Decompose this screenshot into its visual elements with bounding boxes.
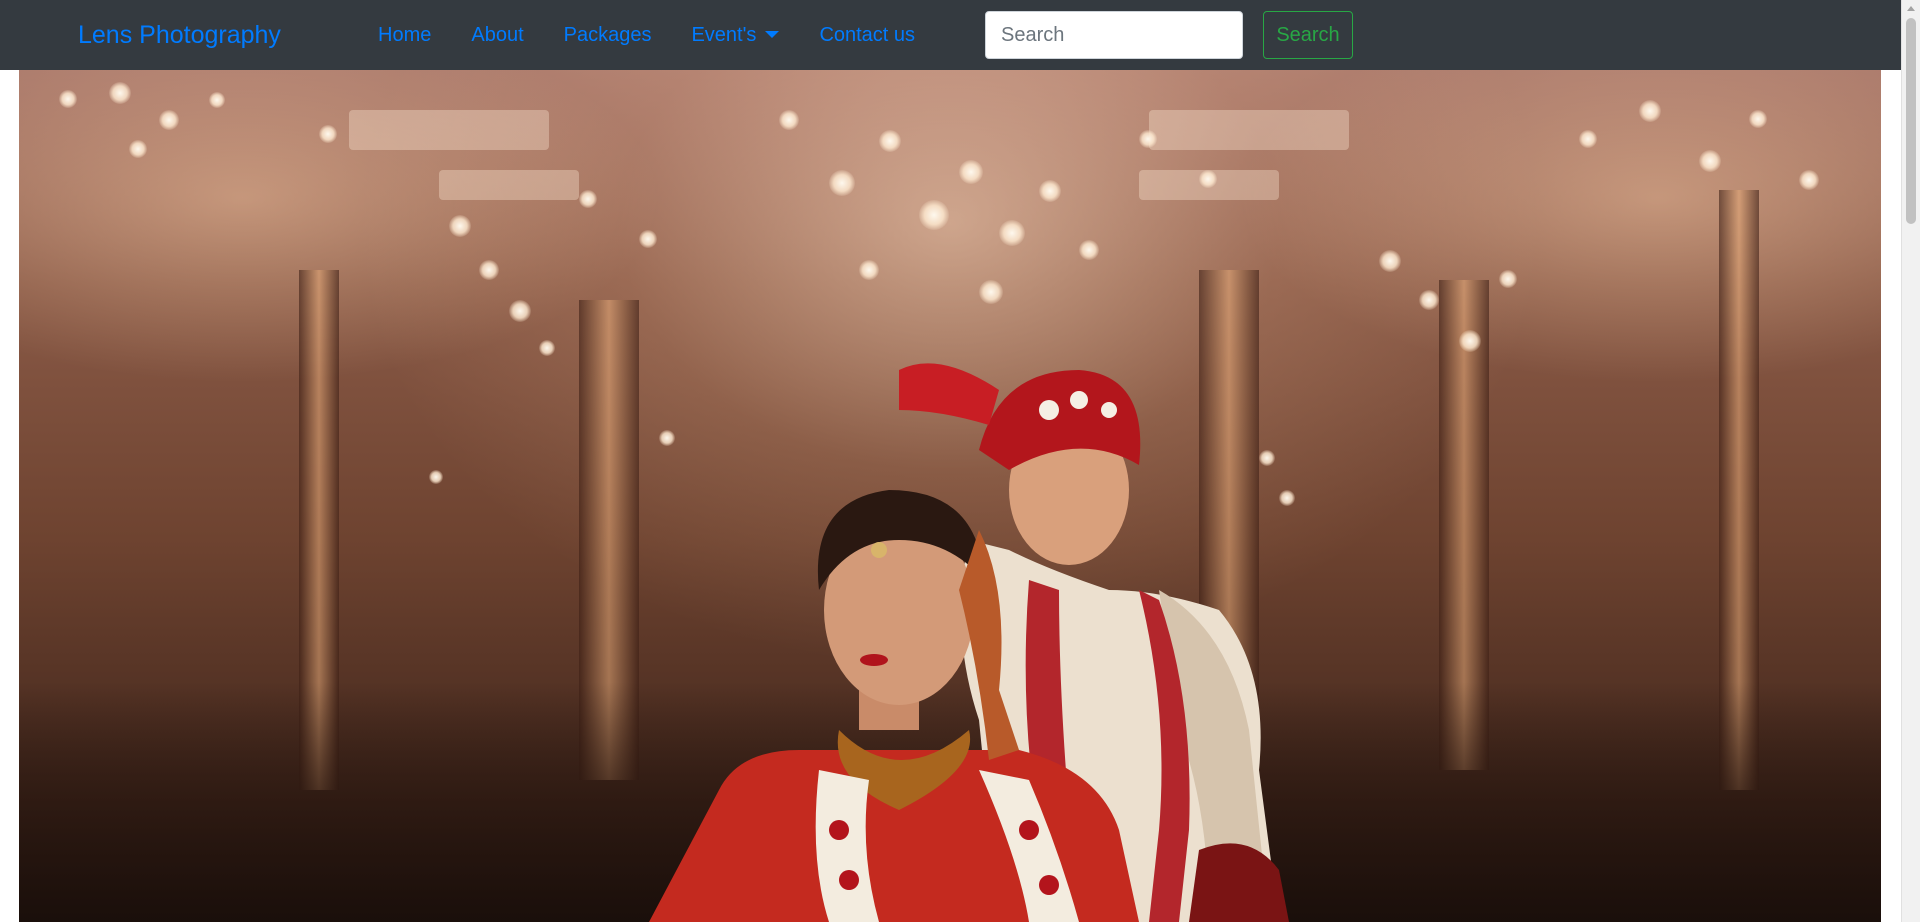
scrollbar-thumb[interactable] xyxy=(1906,18,1916,224)
search-button[interactable]: Search xyxy=(1263,11,1353,59)
page-scrollbar[interactable] xyxy=(1901,0,1920,922)
hero-wedding-photo xyxy=(19,70,1881,922)
caret-down-icon xyxy=(765,30,780,38)
nav-link-contact[interactable]: Contact us xyxy=(819,24,915,47)
nav-dropdown-events-label: Event's xyxy=(691,23,757,46)
top-navbar: Lens Photography Home About Packages Eve… xyxy=(0,0,1902,70)
nav-link-about[interactable]: About xyxy=(471,24,523,47)
scroll-up-arrow-icon[interactable] xyxy=(1907,6,1915,11)
nav-dropdown-events[interactable]: Event's xyxy=(691,23,780,47)
search-input[interactable] xyxy=(985,11,1243,59)
nav-menu: Home About Packages Event's Contact us xyxy=(378,0,955,70)
brand-logo-link[interactable]: Lens Photography xyxy=(78,0,281,70)
nav-link-packages[interactable]: Packages xyxy=(564,24,652,47)
bride-and-groom-figure xyxy=(649,363,1289,922)
nav-link-home[interactable]: Home xyxy=(378,24,431,47)
